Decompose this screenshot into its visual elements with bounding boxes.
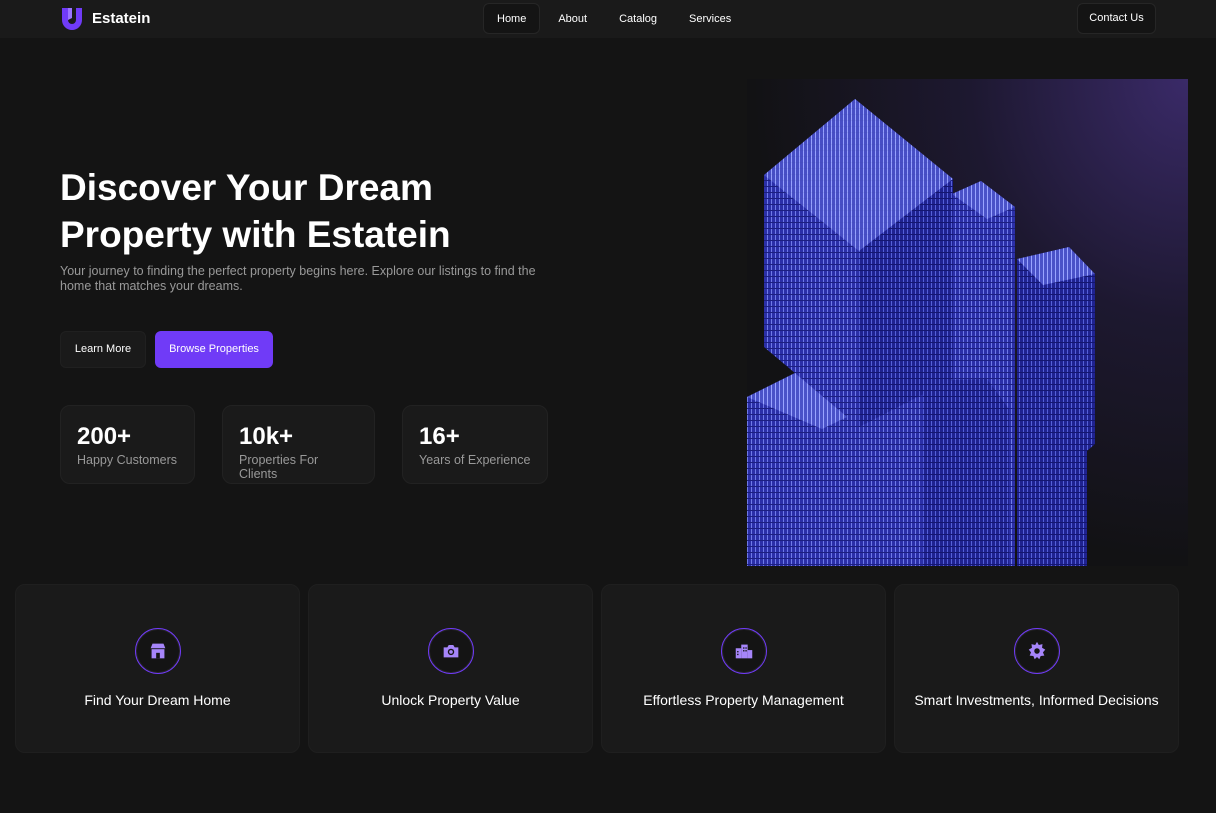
stat-label: Happy Customers: [77, 453, 178, 467]
contact-us-button[interactable]: Contact Us: [1077, 3, 1156, 34]
buildings-icon: [721, 628, 767, 674]
feature-title: Effortless Property Management: [643, 692, 844, 708]
stat-label: Properties For Clients: [239, 453, 319, 481]
stat-value: 16+: [419, 423, 460, 450]
building-illustration: [747, 99, 1095, 566]
stat-value: 200+: [77, 423, 132, 450]
feature-card-dream-home[interactable]: Find Your Dream Home: [15, 584, 300, 753]
nav-link-catalog[interactable]: Catalog: [605, 3, 671, 34]
hero-building-image: [747, 79, 1188, 566]
brand-name: Estatein: [92, 9, 151, 27]
home-store-icon: [135, 628, 181, 674]
sun-badge-icon: [1014, 628, 1060, 674]
hero-subtitle: Your journey to finding the perfect prop…: [60, 264, 536, 293]
feature-title: Find Your Dream Home: [84, 692, 231, 708]
nav-link-home[interactable]: Home: [483, 3, 541, 34]
logo-icon: [62, 8, 82, 30]
camera-icon: [428, 628, 474, 674]
nav-link-services[interactable]: Services: [675, 3, 745, 34]
top-navbar: Estatein Home About Catalog Services Con…: [0, 0, 1216, 38]
feature-card-smart-investments[interactable]: Smart Investments, Informed Decisions: [894, 584, 1179, 753]
nav-links: Home About Catalog Services: [483, 3, 745, 34]
learn-more-button[interactable]: Learn More: [60, 331, 146, 368]
stat-card-properties: 10k+ Properties For Clients: [222, 405, 375, 484]
feature-title: Unlock Property Value: [381, 692, 520, 708]
browse-properties-button[interactable]: Browse Properties: [155, 331, 273, 368]
brand-logo[interactable]: Estatein: [60, 6, 150, 30]
hero-title-line-2: Property with Estatein: [60, 214, 451, 255]
hero-title: Discover Your Dream Property with Estate…: [60, 164, 580, 258]
feature-title: Smart Investments, Informed Decisions: [914, 692, 1159, 708]
stat-value: 10k+: [239, 423, 294, 450]
nav-link-about[interactable]: About: [544, 3, 601, 34]
stat-card-experience: 16+ Years of Experience: [402, 405, 548, 484]
stat-label: Years of Experience: [419, 453, 531, 467]
feature-card-property-value[interactable]: Unlock Property Value: [308, 584, 593, 753]
stat-card-customers: 200+ Happy Customers: [60, 405, 195, 484]
feature-card-property-management[interactable]: Effortless Property Management: [601, 584, 886, 753]
hero-title-line-1: Discover Your Dream: [60, 167, 433, 208]
